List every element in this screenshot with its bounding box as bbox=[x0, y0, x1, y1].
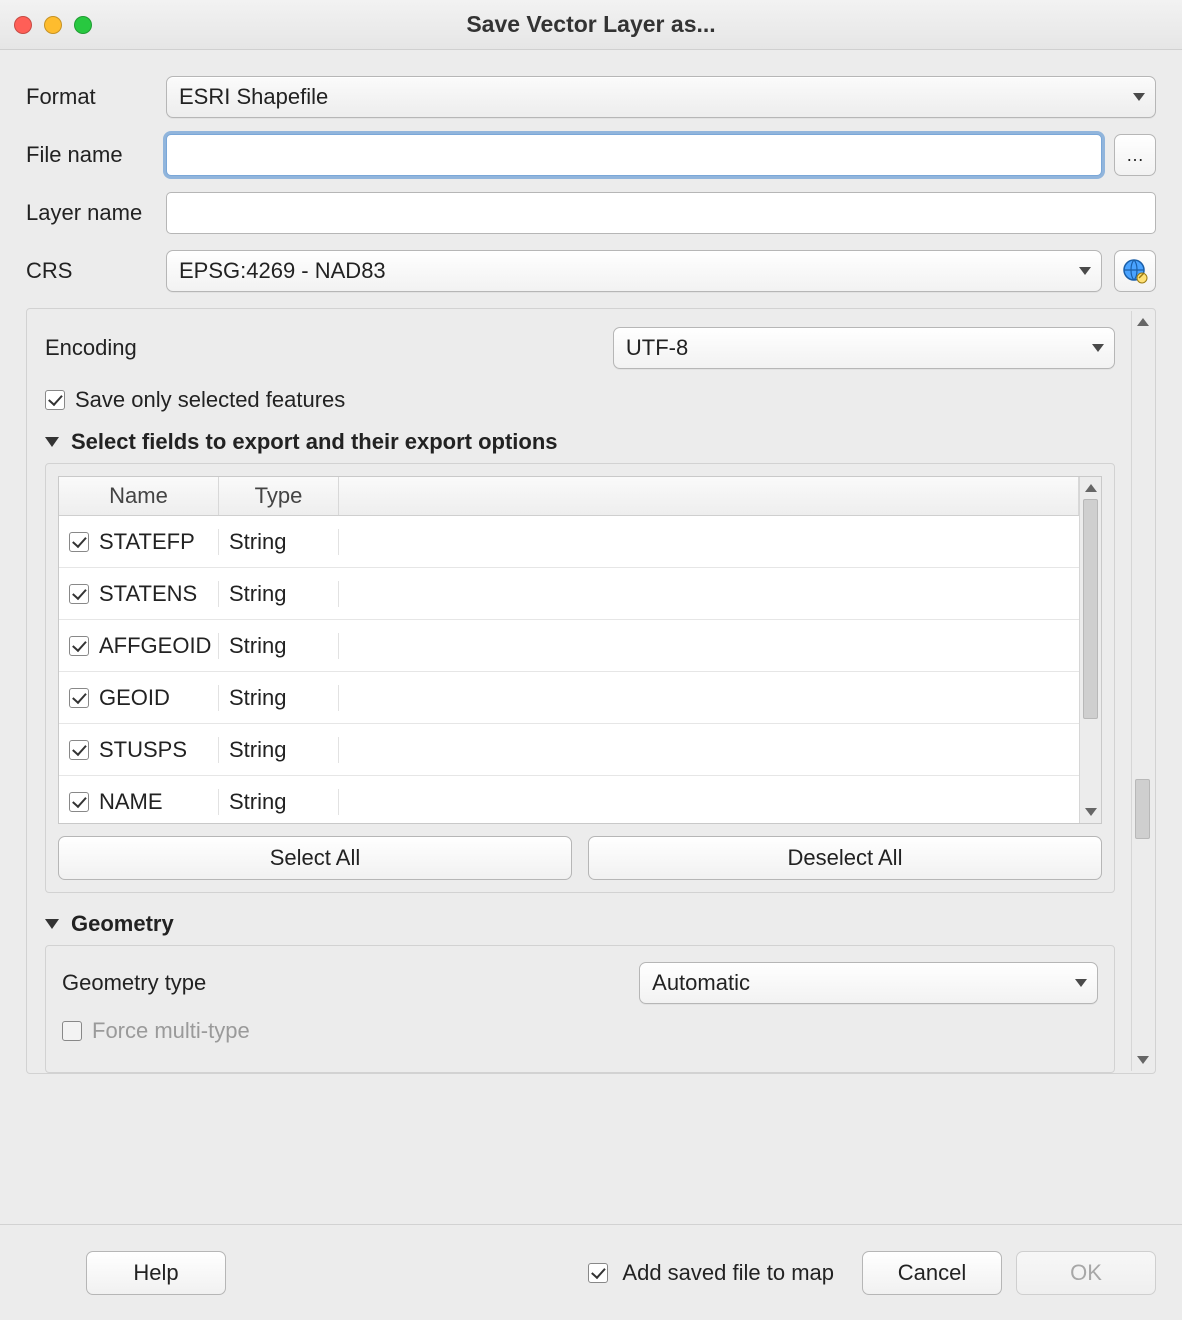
chevron-down-icon bbox=[1133, 93, 1145, 101]
cancel-button[interactable]: Cancel bbox=[862, 1251, 1002, 1295]
minimize-window-icon[interactable] bbox=[44, 16, 62, 34]
force-multitype-label: Force multi-type bbox=[92, 1018, 250, 1044]
field-type: String bbox=[219, 685, 339, 711]
fields-table: Name Type STATEFPStringSTATENSStringAFFG… bbox=[58, 476, 1102, 824]
format-value: ESRI Shapefile bbox=[179, 84, 328, 110]
browse-filepath-button[interactable]: … bbox=[1114, 134, 1156, 176]
chevron-down-icon bbox=[1092, 344, 1104, 352]
select-all-button[interactable]: Select All bbox=[58, 836, 572, 880]
help-button[interactable]: Help bbox=[86, 1251, 226, 1295]
layername-label: Layer name bbox=[26, 200, 166, 226]
crs-value: EPSG:4269 - NAD83 bbox=[179, 258, 386, 284]
format-label: Format bbox=[26, 84, 166, 110]
geometry-section-header[interactable]: Geometry bbox=[45, 911, 1115, 937]
field-checkbox[interactable] bbox=[69, 740, 89, 760]
field-checkbox[interactable] bbox=[69, 532, 89, 552]
col-type-header[interactable]: Type bbox=[219, 477, 339, 515]
window-controls bbox=[14, 16, 92, 34]
table-row[interactable]: NAME String bbox=[59, 776, 1079, 823]
field-checkbox[interactable] bbox=[69, 792, 89, 812]
globe-icon bbox=[1122, 258, 1148, 284]
disclosure-triangle-icon bbox=[45, 437, 59, 447]
geometry-type-label: Geometry type bbox=[62, 970, 206, 996]
field-type: String bbox=[219, 633, 339, 659]
geometry-type-combobox[interactable]: Automatic bbox=[639, 962, 1098, 1004]
chevron-down-icon bbox=[1075, 979, 1087, 987]
crs-selector-button[interactable] bbox=[1114, 250, 1156, 292]
encoding-value: UTF-8 bbox=[626, 335, 688, 361]
dialog-footer: Help Add saved file to map Cancel OK bbox=[0, 1224, 1182, 1320]
field-checkbox[interactable] bbox=[69, 688, 89, 708]
options-panel: Encoding UTF-8 Save only selected featur… bbox=[26, 308, 1156, 1074]
disclosure-triangle-icon bbox=[45, 919, 59, 929]
close-window-icon[interactable] bbox=[14, 16, 32, 34]
table-row[interactable]: AFFGEOID String bbox=[59, 620, 1079, 672]
field-name: STATENS bbox=[99, 581, 197, 607]
add-to-map-label: Add saved file to map bbox=[622, 1260, 834, 1286]
panel-scrollbar[interactable] bbox=[1131, 311, 1153, 1071]
save-selected-label: Save only selected features bbox=[75, 387, 345, 413]
table-scrollbar[interactable] bbox=[1079, 477, 1101, 823]
field-name: STATEFP bbox=[99, 529, 195, 555]
chevron-down-icon bbox=[1079, 267, 1091, 275]
filename-label: File name bbox=[26, 142, 166, 168]
encoding-label: Encoding bbox=[45, 335, 137, 361]
table-row[interactable]: STUSPS String bbox=[59, 724, 1079, 776]
geometry-section-title: Geometry bbox=[71, 911, 174, 937]
table-header: Name Type bbox=[59, 477, 1079, 516]
col-name-header[interactable]: Name bbox=[59, 477, 219, 515]
field-type: String bbox=[219, 789, 339, 815]
encoding-combobox[interactable]: UTF-8 bbox=[613, 327, 1115, 369]
table-body: STATEFP String STATENS String AFFGEOID String… bbox=[59, 516, 1079, 823]
force-multitype-checkbox bbox=[62, 1021, 82, 1041]
deselect-all-button[interactable]: Deselect All bbox=[588, 836, 1102, 880]
fields-section-header[interactable]: Select fields to export and their export… bbox=[45, 429, 1115, 455]
layername-input[interactable] bbox=[166, 192, 1156, 234]
field-checkbox[interactable] bbox=[69, 584, 89, 604]
crs-label: CRS bbox=[26, 258, 166, 284]
field-name: AFFGEOID bbox=[99, 633, 211, 659]
field-type: String bbox=[219, 529, 339, 555]
titlebar: Save Vector Layer as... bbox=[0, 0, 1182, 50]
fields-group: Name Type STATEFPStringSTATENSStringAFFG… bbox=[45, 463, 1115, 893]
field-checkbox[interactable] bbox=[69, 636, 89, 656]
field-name: GEOID bbox=[99, 685, 170, 711]
ok-button: OK bbox=[1016, 1251, 1156, 1295]
filename-input[interactable] bbox=[166, 134, 1102, 176]
field-name: NAME bbox=[99, 789, 163, 815]
geometry-group: Geometry type Automatic Force multi-type bbox=[45, 945, 1115, 1073]
add-to-map-checkbox[interactable] bbox=[588, 1263, 608, 1283]
table-row[interactable]: GEOID String bbox=[59, 672, 1079, 724]
crs-combobox[interactable]: EPSG:4269 - NAD83 bbox=[166, 250, 1102, 292]
table-row[interactable]: STATENS String bbox=[59, 568, 1079, 620]
field-type: String bbox=[219, 737, 339, 763]
dialog-body: Format ESRI Shapefile File name … Layer … bbox=[0, 50, 1182, 1074]
save-selected-checkbox[interactable] bbox=[45, 390, 65, 410]
window-title: Save Vector Layer as... bbox=[0, 11, 1182, 38]
ellipsis-icon: … bbox=[1126, 145, 1144, 166]
field-type: String bbox=[219, 581, 339, 607]
format-combobox[interactable]: ESRI Shapefile bbox=[166, 76, 1156, 118]
zoom-window-icon[interactable] bbox=[74, 16, 92, 34]
fields-section-title: Select fields to export and their export… bbox=[71, 429, 558, 455]
geometry-type-value: Automatic bbox=[652, 970, 750, 996]
field-name: STUSPS bbox=[99, 737, 187, 763]
table-row[interactable]: STATEFP String bbox=[59, 516, 1079, 568]
